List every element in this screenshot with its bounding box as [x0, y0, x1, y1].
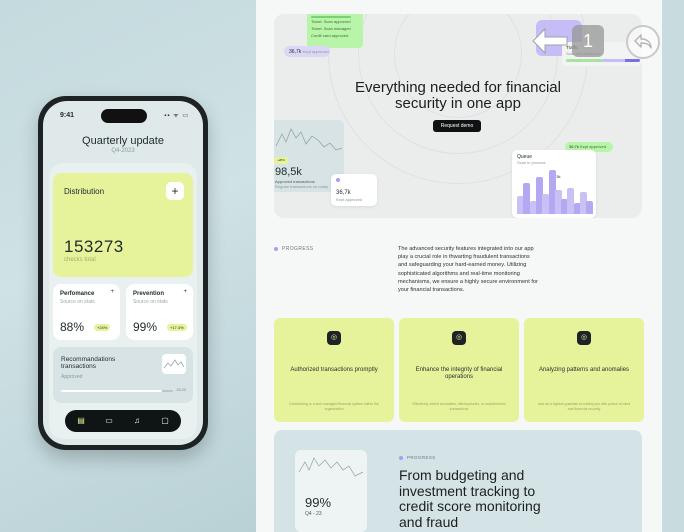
approvals-widget: Ticket: Scan approved Ticket: Scan manag…: [307, 14, 363, 48]
score-sparkline: [298, 457, 364, 477]
progress-tag-label: PROGRESS: [282, 246, 314, 252]
approval-item: Credit card approved: [311, 33, 349, 38]
request-demo-button[interactable]: Request demo: [433, 120, 481, 132]
tab-bar: ▤ ▭ ♫ ▢: [65, 410, 181, 432]
status-dot: [336, 178, 340, 182]
recommendations-time: 15:20: [175, 387, 186, 392]
transactions-sparkline: [275, 128, 343, 151]
sparkline-icon: [162, 354, 186, 374]
undo-icon[interactable]: [626, 25, 660, 59]
recommendations-subtitle: Approved: [61, 374, 83, 380]
feature-card: ◎ Authorized transactions promptly Contr…: [274, 318, 394, 422]
section-tag: PROGRESS: [399, 455, 436, 460]
feature-card: ◎ Analyzing patterns and anomalies acts …: [524, 318, 644, 422]
card-value: 36,7k: [336, 190, 351, 196]
target-icon: ◎: [452, 331, 466, 345]
stat-badge: +24%: [94, 324, 111, 331]
budgeting-section: 99% Q4 - 23 PROGRESS From budgeting and …: [274, 430, 642, 532]
dynamic-island: [101, 109, 147, 123]
progress-dot: [274, 246, 278, 251]
feature-subtitle: Contributing to a well-managed financial…: [288, 402, 380, 411]
approval-item: Ticket: Scan approved: [311, 19, 351, 24]
phone-screen: 9:41 ▪▪ ᯤ ▭ Quarterly update Q4-2023 Dis…: [43, 101, 203, 445]
section-tag-label: PROGRESS: [407, 455, 436, 460]
stat-subtitle: Source on stats: [60, 299, 95, 305]
back-arrow-icon[interactable]: [531, 27, 569, 55]
green-pill-label: Kept approved: [579, 144, 606, 149]
section-dot: [399, 455, 403, 460]
feature-subtitle: acts as a vigilant guardian providing yo…: [537, 402, 631, 411]
target-icon: ◎: [577, 331, 591, 345]
performance-card[interactable]: Perfomance + Source on stats 88% +24%: [53, 284, 120, 340]
stat-badge: +17.4%: [167, 324, 187, 331]
feature-subtitle: Effectively detect anomalies, discrepanc…: [412, 402, 506, 411]
prevention-card[interactable]: Prevention + Source on stats 99% +17.4%: [126, 284, 193, 340]
approved-value: 98,5k: [275, 166, 302, 178]
progress-tag: PROGRESS: [274, 246, 314, 252]
stat-plus-icon[interactable]: +: [110, 289, 114, 295]
feature-title: Authorized transactions promptly: [290, 367, 378, 373]
approved-caption: Approved transactions Regular transactio…: [275, 179, 328, 189]
page-title: Quarterly update: [82, 135, 164, 147]
kept-approved-card: 36,7k Kept approved: [331, 174, 377, 206]
step-number-badge: 1: [572, 25, 604, 57]
stat-value: 99%: [133, 320, 158, 334]
tab-profile-icon[interactable]: ▢: [159, 415, 171, 427]
target-icon: ◎: [327, 331, 341, 345]
distribution-label: Distribution: [64, 187, 105, 196]
green-pill-value: 36,7k: [569, 144, 579, 149]
queue-card: Queue Scan in process 23k: [512, 150, 596, 218]
distribution-caption: checks total: [64, 257, 96, 263]
website-preview: Ticket: Scan approved Ticket: Scan manag…: [256, 0, 662, 532]
queue-bar: [586, 200, 594, 214]
section-title: From budgeting and investment tracking t…: [399, 467, 541, 530]
status-time: 9:41: [60, 112, 75, 119]
hero-title: Everything needed for financial security…: [355, 79, 561, 112]
stat-title: Perfomance: [60, 291, 95, 297]
add-button[interactable]: +: [166, 182, 184, 200]
tab-cards-icon[interactable]: ▭: [103, 415, 115, 427]
page-subtitle: Q4-2023: [111, 148, 135, 154]
stat-title: Prevention: [133, 291, 165, 297]
traffic-bar: [566, 59, 640, 62]
status-icons: ▪▪ ᯤ ▭: [164, 113, 189, 119]
distribution-card[interactable]: Distribution + 153273 checks total: [53, 173, 193, 277]
distribution-value: 153273: [64, 237, 124, 256]
recommendations-progress: [61, 390, 173, 392]
recommendations-title: Recommandations transactions: [61, 356, 116, 370]
queue-subtitle: Scan in process: [517, 160, 546, 165]
stat-plus-icon[interactable]: +: [183, 289, 187, 295]
approved-caption-sub: Regular transactions on today: [275, 184, 329, 189]
progress-description: The advanced security features integrate…: [398, 246, 538, 294]
tab-notifications-icon[interactable]: ♫: [131, 415, 143, 427]
feature-card: ◎ Enhance the integrity of financial ope…: [399, 318, 519, 422]
kept-approved-pill: 36,7k Kept approved: [284, 46, 330, 57]
recommendations-card[interactable]: Recommandations transactions Approved 15…: [53, 347, 193, 403]
pill-value: 36,7k: [289, 49, 302, 55]
right-edge-background: [662, 0, 684, 532]
feature-title: Enhance the integrity of financial opera…: [415, 367, 503, 380]
stat-subtitle: Source on stats: [133, 299, 168, 305]
score-value: 99%: [305, 495, 332, 510]
growth-badge: +28%: [274, 157, 288, 164]
score-quarter: Q4 - 23: [305, 511, 322, 517]
stat-value: 88%: [60, 320, 85, 334]
approval-item: Ticket: Scan managed: [311, 26, 351, 31]
pill-label: Kept approved: [302, 49, 329, 54]
recommendations-progress-fill: [61, 390, 162, 392]
tab-dashboard-icon[interactable]: ▤: [75, 415, 87, 427]
feature-title: Analyzing patterns and anomalies: [538, 367, 630, 373]
score-card: 99% Q4 - 23: [295, 450, 367, 532]
card-subtitle: Kept approved: [336, 197, 363, 202]
phone-mockup: 9:41 ▪▪ ᯤ ▭ Quarterly update Q4-2023 Dis…: [38, 96, 208, 450]
